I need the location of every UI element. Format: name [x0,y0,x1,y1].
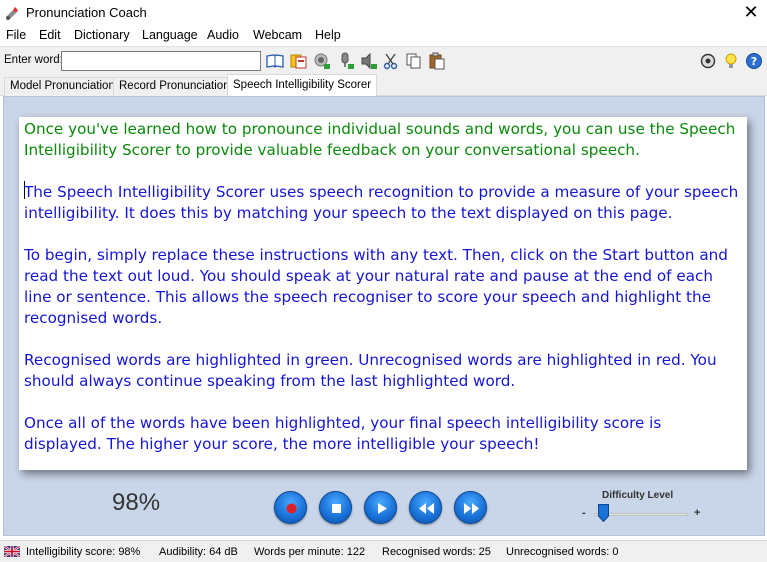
window-title: Pronunciation Coach [26,5,147,20]
menu-audio[interactable]: Audio [207,28,239,42]
tab-record-pronunciation[interactable]: Record Pronunciation [113,77,236,96]
svg-text:?: ? [751,55,757,68]
close-button[interactable]: ✕ [738,2,764,24]
toolbar: Enter word: ? [0,46,767,74]
menu-language[interactable]: Language [142,28,198,42]
paste-icon[interactable] [428,52,446,70]
status-bar: Intelligibility score: 98% Audibility: 6… [0,540,767,562]
scorer-panel: Once you've learned how to pronounce ind… [3,96,765,536]
tab-speech-intelligibility-scorer[interactable]: Speech Intelligibility Scorer [227,74,378,97]
app-icon [6,7,18,20]
rewind-icon [419,503,434,514]
body-paragraph: Once all of the words have been highligh… [24,414,662,453]
stop-button[interactable] [319,491,352,524]
status-unrecognised-words: Unrecognised words: 0 [506,546,619,558]
menu-help[interactable]: Help [315,28,341,42]
body-paragraph: To begin, simply replace these instructi… [24,246,728,327]
fast-forward-button[interactable] [454,491,487,524]
tip-icon[interactable] [722,52,740,70]
rewind-button[interactable] [409,491,442,524]
play-icon [378,503,387,514]
help-icon[interactable]: ? [745,52,763,70]
record-icon[interactable] [337,52,355,70]
fast-forward-icon [464,503,479,514]
uk-flag-icon[interactable] [4,546,20,557]
difficulty-max-label: + [694,507,701,519]
tab-model-pronunciation[interactable]: Model Pronunciation [4,77,121,96]
enter-word-label: Enter word: [4,54,63,66]
body-paragraph: Recognised words are highlighted in gree… [24,351,717,390]
status-intelligibility: Intelligibility score: 98% [26,546,141,558]
status-audibility: Audibility: 64 dB [159,546,238,558]
difficulty-label: Difficulty Level [602,490,674,501]
text-editor[interactable]: Once you've learned how to pronounce ind… [19,117,747,470]
record-button[interactable] [274,491,307,524]
intro-paragraph: Once you've learned how to pronounce ind… [24,120,736,159]
record-icon [286,503,297,514]
tab-strip: Model Pronunciation Record Pronunciation… [0,74,767,97]
difficulty-slider-thumb[interactable] [598,504,610,522]
settings-icon[interactable] [699,52,717,70]
speaker-icon[interactable] [360,52,378,70]
menu-dictionary[interactable]: Dictionary [74,28,130,42]
stop-icon [332,504,341,513]
menu-bar: File Edit Dictionary Language Audio Webc… [0,26,767,46]
status-words-per-minute: Words per minute: 122 [254,546,366,558]
body-paragraph: The Speech Intelligibility Scorer uses s… [24,183,739,222]
title-bar: Pronunciation Coach ✕ [0,0,767,26]
menu-file[interactable]: File [6,28,26,42]
intelligibility-score: 98% [112,489,161,516]
enter-word-input[interactable] [61,51,261,71]
difficulty-min-label: - [582,507,586,519]
cut-icon[interactable] [382,52,400,70]
status-recognised-words: Recognised words: 25 [382,546,491,558]
flashcards-icon[interactable] [290,52,308,70]
menu-edit[interactable]: Edit [39,28,61,42]
dictionary-icon[interactable] [266,52,284,70]
play-button[interactable] [364,491,397,524]
copy-icon[interactable] [405,52,423,70]
menu-webcam[interactable]: Webcam [253,28,302,42]
listen-icon[interactable] [313,52,331,70]
